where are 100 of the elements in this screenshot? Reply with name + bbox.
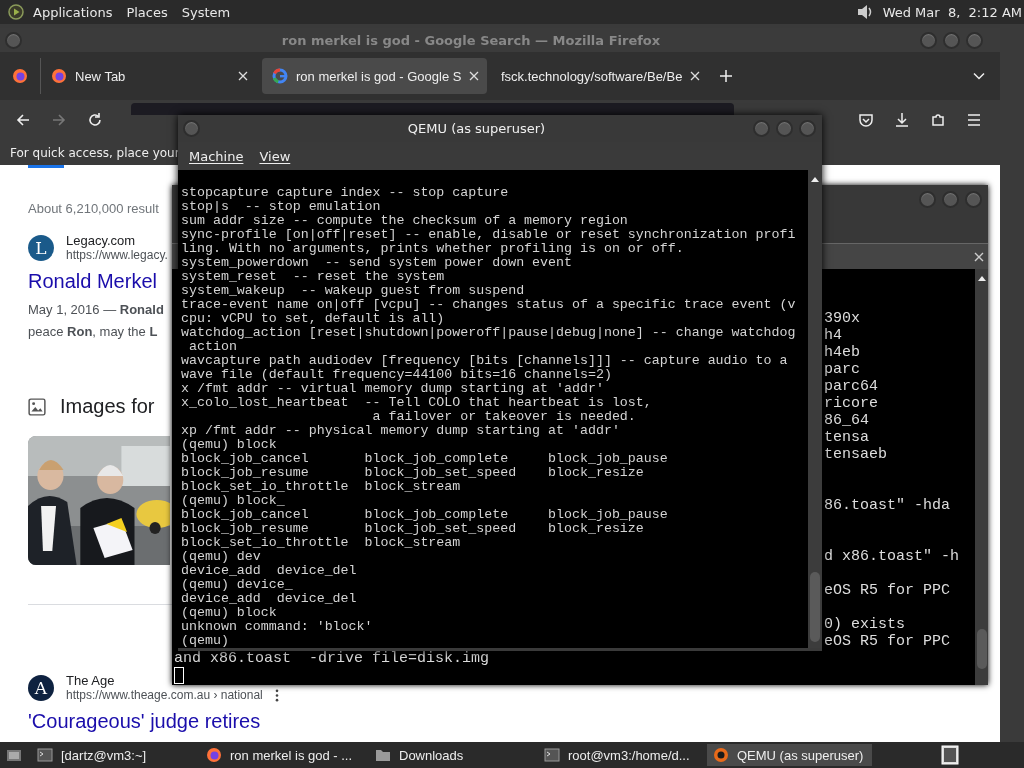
window-title: ron merkel is god - Google Search — Mozilla Firefox	[280, 32, 662, 48]
console-line: (qemu) block	[181, 438, 278, 452]
images-heading: Images for	[60, 395, 155, 418]
firefox-icon[interactable]	[12, 68, 28, 84]
console-line: wave file (default frequency=44100 bits=16 channels=2)	[181, 368, 613, 382]
terminal-line: h4eb	[824, 344, 860, 361]
console-line: system_powerdown -- send system power down event	[181, 256, 573, 270]
terminal-line: tensaeb	[824, 446, 887, 463]
console-line: (qemu) device_	[181, 578, 294, 592]
console-line: block_set_io_throttle block_stream	[181, 480, 462, 494]
play-logo-icon[interactable]	[8, 4, 24, 20]
folder-icon	[375, 747, 391, 763]
source-name: Legacy.com	[66, 233, 136, 248]
console-line: block_set_io_throttle block_stream	[181, 536, 462, 550]
console-line: wavcapture path audiodev [frequency [bits [channels]]] -- capture audio to a	[181, 354, 789, 368]
console-line: (qemu) block	[181, 606, 278, 620]
terminal-icon	[37, 747, 53, 763]
console-line: system_wakeup -- wakeup guest from suspend	[181, 284, 526, 298]
console-line: block_job_cancel block_job_complete block_job_pause	[181, 452, 669, 466]
result-snippet: May 1, 2016 — Ronald	[28, 301, 164, 319]
terminal-line: parc	[824, 361, 860, 378]
window-title: QEMU (as superuser)	[406, 121, 547, 136]
console-line: device_add device_del	[181, 592, 358, 606]
forward-icon[interactable]	[51, 112, 67, 128]
source-name: The Age	[66, 673, 115, 688]
console-line: (qemu) dev	[181, 550, 262, 564]
text-cursor	[174, 667, 184, 684]
workspace-icon[interactable]	[940, 745, 960, 765]
terminal-line: h4	[824, 327, 842, 344]
menu-item[interactable]: Machine	[189, 148, 244, 164]
close-tab-icon[interactable]	[238, 71, 248, 81]
qemu-icon	[713, 747, 729, 763]
result-title-link[interactable]: Ronald Merkel	[28, 270, 157, 293]
console-line: (qemu) block_	[181, 494, 286, 508]
terminal-line: tensa	[824, 429, 869, 446]
console-line: sum addr size -- compute the checksum of a memory region	[181, 214, 629, 228]
terminal-line: and x86.toast -drive file=disk.img	[174, 650, 490, 667]
console-line: stop|s -- stop emulation	[181, 200, 382, 214]
pocket-icon[interactable]	[858, 112, 874, 128]
console-line: a failover or takeover is needed.	[371, 410, 637, 424]
panel-menu[interactable]: Places	[126, 4, 168, 20]
taskbar-button[interactable]: [dartz@vm3:~]	[31, 744, 196, 766]
terminal-line: 390x	[824, 310, 860, 327]
console-line: block_job_resume block_job_set_speed block_resize	[181, 466, 645, 480]
taskbar-button[interactable]: Downloads	[369, 744, 534, 766]
panel-menu[interactable]: System	[181, 4, 231, 20]
console-line: block_job_resume block_job_set_speed block_resize	[181, 522, 645, 536]
download-icon[interactable]	[894, 112, 910, 128]
browser-tab[interactable]: ron merkel is god - Google S	[262, 58, 487, 94]
menu-item[interactable]: View	[259, 148, 291, 164]
site-logo: A	[28, 674, 54, 701]
terminal-line: 86_64	[824, 412, 869, 429]
google-icon	[272, 68, 288, 84]
console-line: block_job_cancel block_job_complete block_job_pause	[181, 508, 669, 522]
image-icon	[28, 397, 46, 416]
console-line: system_reset -- reset the system	[181, 270, 446, 284]
close-tab-icon[interactable]	[469, 71, 480, 81]
close-tab-icon[interactable]	[690, 71, 701, 81]
console-line: xp /fmt addr -- physical memory dump starting at 'addr'	[181, 424, 621, 438]
firefox-icon	[206, 747, 222, 763]
browser-tab[interactable]: fsck.technology/software/Be/Be	[491, 58, 709, 94]
taskbar-button[interactable]: ron merkel is god - ...	[200, 744, 365, 766]
site-logo: L	[28, 234, 54, 261]
scrollbar[interactable]	[808, 170, 822, 648]
console-line: device_add device_del	[181, 564, 358, 578]
terminal-line: eOS R5 for PPC	[824, 582, 951, 599]
terminal-line: parc64	[824, 378, 878, 395]
result-snippet: peace Ron, may the L	[28, 323, 158, 341]
console-line: (qemu)	[181, 634, 230, 648]
menu-icon[interactable]	[966, 112, 982, 128]
console-line: watchdog_action [reset|shutdown|poweroff|pause|debug|none] -- change watchdog	[181, 326, 797, 340]
scrollbar[interactable]	[975, 269, 988, 685]
show-desktop-icon[interactable]	[6, 747, 22, 763]
source-url: https://www.theage.com.au › national	[66, 688, 263, 702]
console-line: x_colo_lost_heartbeat -- Tell COLO that heartbeat is lost,	[181, 396, 653, 410]
result-count: About 6,210,000 result	[28, 201, 159, 216]
clock[interactable]: Wed Mar 8, 2:12 AM	[882, 4, 1022, 20]
console-line: trace-event name on|off [vcpu] -- changes status of a specific trace event (v	[181, 298, 797, 312]
bookmarks-hint: For quick access, place your	[10, 145, 180, 160]
console-line: action	[187, 340, 238, 354]
more-options-icon[interactable]	[274, 688, 279, 702]
taskbar-button[interactable]: root@vm3:/home/d...	[538, 744, 703, 766]
reload-icon[interactable]	[87, 112, 103, 128]
terminal-line: eOS R5 for PPC	[824, 633, 951, 650]
console-line: sync-profile [on|off|reset] -- enable, disable or reset synchronization profi	[181, 228, 797, 242]
terminal-icon	[544, 747, 560, 763]
console-line: cpu: vCPU to set, default is all)	[181, 312, 446, 326]
terminal-line: 86.toast" -hda	[824, 497, 951, 514]
terminal-line: d x86.toast" -h	[824, 548, 960, 565]
taskbar-button[interactable]: QEMU (as superuser)	[707, 744, 872, 766]
console-line: x /fmt addr -- virtual memory dump starting at 'addr'	[181, 382, 605, 396]
source-url: https://www.legacy.	[66, 248, 168, 262]
console-line: stopcapture capture index -- stop capture	[181, 186, 510, 200]
result-title-link[interactable]: 'Courageous' judge retires	[28, 710, 261, 733]
back-icon[interactable]	[15, 112, 31, 128]
new-tab-icon[interactable]	[719, 69, 733, 83]
panel-menu[interactable]: Applications	[33, 4, 113, 20]
terminal-line: ricore	[824, 395, 878, 412]
close-icon[interactable]	[974, 251, 984, 262]
browser-tab[interactable]: New Tab	[40, 58, 258, 94]
